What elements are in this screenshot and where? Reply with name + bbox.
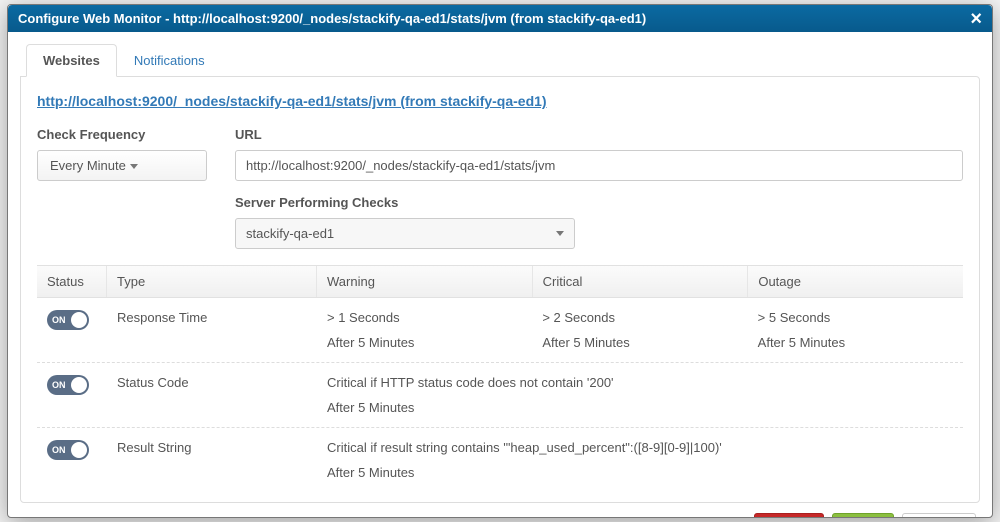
- toggle-status-code[interactable]: ON: [47, 375, 89, 395]
- toggle-label: ON: [52, 445, 66, 455]
- check-frequency-dropdown[interactable]: Every Minute: [37, 150, 207, 181]
- threshold-row-result-string: ON Result String Critical if result stri…: [37, 428, 963, 492]
- critical-cell: > 2 Seconds After 5 Minutes: [532, 310, 747, 350]
- save-button[interactable]: Save: [832, 513, 894, 517]
- configure-monitor-modal: Configure Web Monitor - http://localhost…: [7, 4, 993, 518]
- type-label: Response Time: [107, 310, 317, 350]
- toggle-knob: [71, 442, 87, 458]
- toggle-result-string[interactable]: ON: [47, 440, 89, 460]
- server-label: Server Performing Checks: [235, 195, 963, 210]
- toggle-response-time[interactable]: ON: [47, 310, 89, 330]
- toggle-label: ON: [52, 380, 66, 390]
- modal-footer: ? How Stackify monitoring works Delete S…: [20, 503, 980, 517]
- caret-icon: [556, 231, 564, 236]
- delete-button[interactable]: Delete: [754, 513, 824, 517]
- tab-panel-websites: http://localhost:9200/_nodes/stackify-qa…: [20, 76, 980, 503]
- cancel-button[interactable]: Cancel: [902, 513, 976, 517]
- type-label: Status Code: [107, 375, 317, 415]
- url-input[interactable]: [235, 150, 963, 181]
- modal-title: Configure Web Monitor - http://localhost…: [18, 11, 646, 26]
- thresholds-header: Status Type Warning Critical Outage: [37, 265, 963, 298]
- col-critical: Critical: [533, 266, 749, 297]
- toggle-knob: [71, 312, 87, 328]
- col-warning: Warning: [317, 266, 533, 297]
- monitor-url-link[interactable]: http://localhost:9200/_nodes/stackify-qa…: [37, 93, 547, 109]
- threshold-row-response-time: ON Response Time > 1 Seconds After 5 Min…: [37, 298, 963, 363]
- toggle-label: ON: [52, 315, 66, 325]
- critical-full-cell: Critical if result string contains '"hea…: [317, 440, 963, 480]
- threshold-row-status-code: ON Status Code Critical if HTTP status c…: [37, 363, 963, 428]
- col-outage: Outage: [748, 266, 963, 297]
- close-icon[interactable]: ×: [970, 12, 982, 26]
- check-frequency-label: Check Frequency: [37, 127, 207, 142]
- server-value: stackify-qa-ed1: [246, 226, 334, 241]
- toggle-knob: [71, 377, 87, 393]
- type-label: Result String: [107, 440, 317, 480]
- caret-icon: [130, 164, 138, 169]
- url-label: URL: [235, 127, 963, 142]
- modal-titlebar: Configure Web Monitor - http://localhost…: [8, 5, 992, 32]
- server-select[interactable]: stackify-qa-ed1: [235, 218, 575, 249]
- col-status: Status: [37, 266, 107, 297]
- warning-cell: > 1 Seconds After 5 Minutes: [317, 310, 532, 350]
- tab-websites[interactable]: Websites: [26, 44, 117, 77]
- tab-notifications[interactable]: Notifications: [117, 44, 222, 76]
- col-type: Type: [107, 266, 317, 297]
- critical-full-cell: Critical if HTTP status code does not co…: [317, 375, 963, 415]
- tab-bar: Websites Notifications: [26, 44, 980, 76]
- check-frequency-value: Every Minute: [50, 158, 126, 173]
- outage-cell: > 5 Seconds After 5 Minutes: [748, 310, 963, 350]
